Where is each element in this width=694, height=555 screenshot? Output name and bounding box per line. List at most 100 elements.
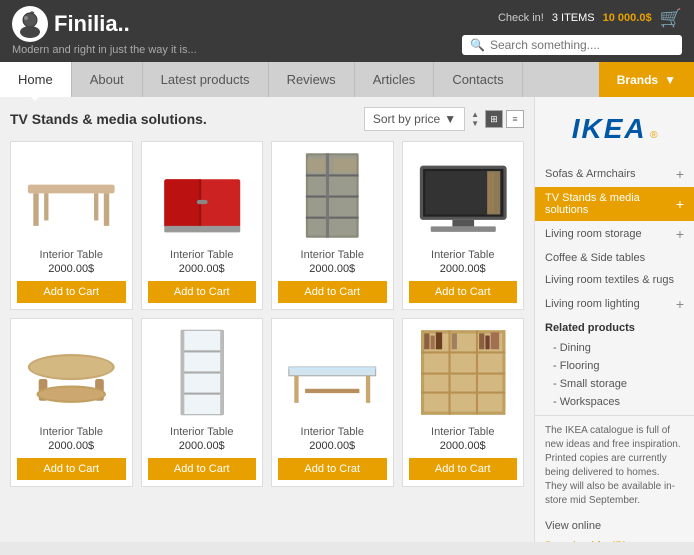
product-card: Interior Table 2000.00$ Add to Cart <box>10 141 133 310</box>
sidebar-item-tv-stands[interactable]: TV Stands & media solutions + <box>535 187 694 221</box>
nav-item-reviews[interactable]: Reviews <box>269 62 355 97</box>
add-to-cart-button[interactable]: Add to Cart <box>148 281 257 303</box>
product-card: Interior Table 2000.00$ Add to Cart <box>402 318 525 487</box>
product-price: 2000.00$ <box>409 440 518 452</box>
brands-chevron-icon: ▼ <box>664 73 676 87</box>
sort-label: Sort by price <box>373 112 440 126</box>
product-name: Interior Table <box>148 249 257 261</box>
product-card: Interior Table 2000.00$ Add to Cart <box>271 141 394 310</box>
header-right: Check in! 3 ITEMS 10 000.0$ 🛒 🔍 <box>462 8 682 55</box>
product-image <box>148 148 257 243</box>
plus-icon: + <box>676 166 684 182</box>
view-icons: ⊞ ≡ <box>485 110 524 128</box>
add-to-cart-button[interactable]: Add to Cart <box>409 458 518 480</box>
product-price: 2000.00$ <box>278 263 387 275</box>
logo-icon <box>12 6 48 42</box>
sidebar-item-sofas[interactable]: Sofas & Armchairs + <box>535 161 694 187</box>
nav-item-articles[interactable]: Articles <box>355 62 435 97</box>
product-card: Interior Table 2000.00$ Add to Cart <box>141 141 264 310</box>
nav-brands[interactable]: Brands ▼ <box>599 62 694 97</box>
ikea-registered: ® <box>650 130 657 141</box>
items-count: 3 ITEMS <box>552 12 595 24</box>
plus-icon: + <box>676 196 684 212</box>
add-to-cart-button[interactable]: Add to Cart <box>148 458 257 480</box>
product-card: Interior Table 2000.00$ Add to Cart <box>402 141 525 310</box>
sidebar-sub-storage[interactable]: - Small storage <box>535 375 694 393</box>
product-card: Interior Table 2000.00$ Add to Crat <box>271 318 394 487</box>
add-to-cart-button[interactable]: Add to Crat <box>278 458 387 480</box>
main-header: TV Stands & media solutions. Sort by pri… <box>10 107 524 131</box>
product-price: 2000.00$ <box>278 440 387 452</box>
nav: Home About Latest products Reviews Artic… <box>0 62 694 97</box>
sidebar-item-label: Coffee & Side tables <box>545 252 645 264</box>
nav-item-contacts[interactable]: Contacts <box>434 62 522 97</box>
search-bar: 🔍 <box>462 35 682 55</box>
sidebar-item-coffee[interactable]: Coffee & Side tables <box>535 247 694 269</box>
sort-controls: Sort by price ▼ ▲ ▼ ⊞ ≡ <box>364 107 524 131</box>
logo: Finilia.. <box>12 6 197 42</box>
product-name: Interior Table <box>409 249 518 261</box>
sidebar-item-label: Living room storage <box>545 228 642 240</box>
view-online-label: View online <box>535 516 694 536</box>
sidebar-sub-dining[interactable]: - Dining <box>535 339 694 357</box>
sidebar-item-lighting[interactable]: Living room lighting + <box>535 291 694 317</box>
tagline: Modern and right in just the way it is..… <box>12 44 197 56</box>
sidebar-sub-flooring[interactable]: - Flooring <box>535 357 694 375</box>
grid-view-icon[interactable]: ⊞ <box>485 110 503 128</box>
content-area: TV Stands & media solutions. Sort by pri… <box>0 97 694 542</box>
product-image <box>409 325 518 420</box>
search-input[interactable] <box>490 38 674 52</box>
product-image <box>278 148 387 243</box>
related-products-header: Related products <box>535 317 694 339</box>
section-title: TV Stands & media solutions. <box>10 111 207 127</box>
product-price: 2000.00$ <box>148 440 257 452</box>
ikea-logo-text: IKEA <box>572 113 647 144</box>
list-view-icon[interactable]: ≡ <box>506 110 524 128</box>
sidebar-links: Download for iPhone Download for Android <box>535 536 694 542</box>
product-price: 2000.00$ <box>17 440 126 452</box>
product-image <box>409 148 518 243</box>
add-to-cart-button[interactable]: Add to Cart <box>17 458 126 480</box>
product-image <box>148 325 257 420</box>
nav-item-about[interactable]: About <box>72 62 143 97</box>
product-image <box>17 325 126 420</box>
items-price: 10 000.0$ <box>603 12 652 24</box>
logo-text: Finilia.. <box>54 11 130 37</box>
product-card: Interior Table 2000.00$ Add to Cart <box>141 318 264 487</box>
product-name: Interior Table <box>409 426 518 438</box>
checkin-area: Check in! 3 ITEMS 10 000.0$ 🛒 <box>498 8 682 29</box>
header: Finilia.. Modern and right in just the w… <box>0 0 694 62</box>
sort-up-icon: ▲ <box>471 110 479 119</box>
product-price: 2000.00$ <box>17 263 126 275</box>
checkin-label: Check in! <box>498 12 544 24</box>
logo-area: Finilia.. Modern and right in just the w… <box>12 6 197 56</box>
product-name: Interior Table <box>17 249 126 261</box>
nav-item-latest[interactable]: Latest products <box>143 62 269 97</box>
product-price: 2000.00$ <box>148 263 257 275</box>
product-image <box>17 148 126 243</box>
download-iphone-link[interactable]: Download for iPhone <box>545 540 684 542</box>
sidebar-item-label: Living room lighting <box>545 298 640 310</box>
brands-label: Brands <box>617 73 658 87</box>
product-name: Interior Table <box>148 426 257 438</box>
add-to-cart-button[interactable]: Add to Cart <box>409 281 518 303</box>
ikea-logo: IKEA ® <box>535 105 694 153</box>
sidebar-item-textiles[interactable]: Living room textiles & rugs <box>535 269 694 291</box>
product-grid: Interior Table 2000.00$ Add to Cart Inte… <box>10 141 524 487</box>
add-to-cart-button[interactable]: Add to Cart <box>278 281 387 303</box>
plus-icon: + <box>676 226 684 242</box>
sidebar-item-living-storage[interactable]: Living room storage + <box>535 221 694 247</box>
add-to-cart-button[interactable]: Add to Cart <box>17 281 126 303</box>
sort-select[interactable]: Sort by price ▼ <box>364 107 465 131</box>
sidebar-item-label: Sofas & Armchairs <box>545 168 635 180</box>
sort-dropdown-icon: ▼ <box>444 112 456 126</box>
cart-icon[interactable]: 🛒 <box>660 8 682 29</box>
sort-arrows[interactable]: ▲ ▼ <box>471 110 479 128</box>
search-icon: 🔍 <box>470 38 485 52</box>
sort-down-icon: ▼ <box>471 119 479 128</box>
product-name: Interior Table <box>278 249 387 261</box>
product-name: Interior Table <box>17 426 126 438</box>
sidebar-sub-workspaces[interactable]: - Workspaces <box>535 393 694 411</box>
sidebar-item-label: TV Stands & media solutions <box>545 192 676 216</box>
nav-item-home[interactable]: Home <box>0 62 72 97</box>
